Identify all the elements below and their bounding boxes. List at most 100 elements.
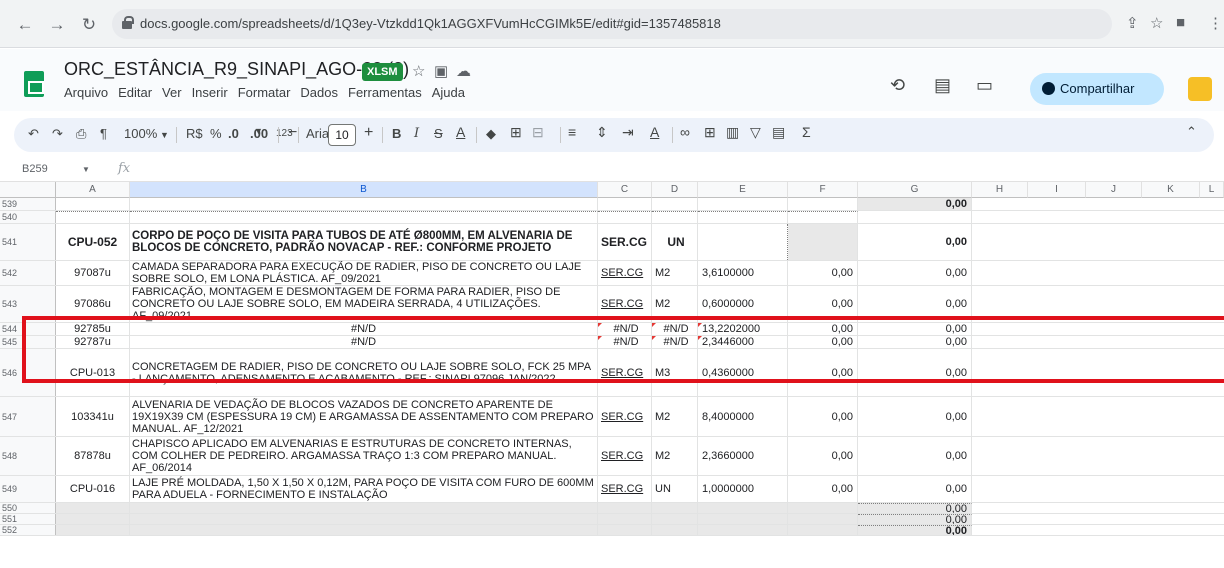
cell-a[interactable]: CPU-052	[56, 224, 130, 260]
name-box[interactable]: B259	[22, 163, 48, 175]
table-row[interactable]: 550 0,00	[0, 503, 1224, 514]
strikethrough-icon[interactable]: S	[434, 126, 443, 141]
cell-a[interactable]: CPU-013	[56, 349, 130, 396]
cell-f[interactable]	[788, 198, 858, 210]
row-header[interactable]: 552	[0, 525, 56, 535]
cell-e[interactable]	[698, 514, 788, 524]
cell-c[interactable]	[598, 503, 652, 513]
row-header[interactable]: 549	[0, 476, 56, 502]
back-icon[interactable]: ←	[16, 16, 34, 34]
insert-comment-icon[interactable]: ⊞	[704, 124, 716, 141]
insert-link-icon[interactable]: ∞	[680, 124, 690, 140]
cell-a[interactable]: 97086u	[56, 286, 130, 322]
cell-d[interactable]: UN	[652, 224, 698, 260]
column-header-c[interactable]: C	[598, 182, 652, 198]
cell-c[interactable]: SER.CG	[598, 261, 652, 285]
comments-icon[interactable]: ▤	[934, 75, 951, 96]
row-header[interactable]: 551	[0, 514, 56, 524]
cell-d[interactable]: M2	[652, 437, 698, 475]
cell-f[interactable]: 0,00	[788, 336, 858, 348]
cell-d[interactable]	[652, 211, 698, 223]
cell-a[interactable]: 97087u	[56, 261, 130, 285]
cell-f[interactable]	[788, 224, 858, 260]
decrease-decimal-button[interactable]: .0	[228, 126, 239, 141]
column-header-i[interactable]: I	[1028, 182, 1086, 198]
browser-menu-icon[interactable]: ⋮	[1208, 14, 1223, 32]
filter-icon[interactable]: ▽	[750, 124, 761, 141]
font-size-input[interactable]: 10	[328, 124, 356, 146]
cell-c[interactable]: SER.CG	[598, 224, 652, 260]
table-row[interactable]: 539 0,00	[0, 198, 1224, 211]
column-header-a[interactable]: A	[56, 182, 130, 198]
cell-f[interactable]	[788, 514, 858, 524]
cell-a[interactable]: 103341u	[56, 397, 130, 436]
text-rotation-icon[interactable]: A	[650, 124, 659, 140]
table-row[interactable]: 549 CPU-016 LAJE PRÉ MOLDADA, 1,50 X 1,5…	[0, 476, 1224, 503]
cell-b[interactable]: CHAPISCO APLICADO EM ALVENARIAS E ESTRUT…	[130, 437, 598, 475]
cell-f[interactable]: 0,00	[788, 286, 858, 322]
table-row[interactable]: 548 87878u CHAPISCO APLICADO EM ALVENARI…	[0, 437, 1224, 476]
avatar[interactable]	[1188, 77, 1212, 101]
cell-f[interactable]: 0,00	[788, 397, 858, 436]
cell-e[interactable]: 8,4000000	[698, 397, 788, 436]
increase-font-size-button[interactable]: +	[364, 124, 373, 142]
cell-e[interactable]: 3,6100000	[698, 261, 788, 285]
menu-formatar[interactable]: Formatar	[238, 85, 291, 100]
row-header[interactable]: 541	[0, 224, 56, 260]
cell-a[interactable]	[56, 211, 130, 223]
cell-e[interactable]	[698, 211, 788, 223]
cell-c[interactable]: SER.CG	[598, 349, 652, 396]
url-text[interactable]: docs.google.com/spreadsheets/d/1Q3ey-Vtz…	[140, 16, 721, 31]
lock-icon[interactable]	[122, 16, 134, 29]
chevron-down-icon[interactable]: ▼	[82, 165, 90, 174]
table-row[interactable]: 551 0,00	[0, 514, 1224, 525]
cell-c[interactable]: #N/D	[598, 336, 652, 348]
zoom-select[interactable]: 100%	[124, 126, 157, 141]
table-row[interactable]: 540	[0, 211, 1224, 224]
cell-a[interactable]	[56, 503, 130, 513]
cell-e[interactable]: 13,2202000	[698, 323, 788, 335]
cell-b[interactable]	[130, 211, 598, 223]
cell-g[interactable]: 0,00	[858, 261, 972, 285]
bookmark-star-icon[interactable]: ☆	[1150, 14, 1163, 32]
menu-arquivo[interactable]: Arquivo	[64, 85, 108, 100]
cell-c[interactable]: #N/D	[598, 323, 652, 335]
horizontal-align-icon[interactable]: ≡	[568, 124, 576, 140]
cell-d[interactable]: M3	[652, 349, 698, 396]
star-icon[interactable]: ☆	[412, 62, 425, 80]
table-row[interactable]: 542 97087u CAMADA SEPARADORA PARA EXECUÇ…	[0, 261, 1224, 286]
cell-g[interactable]: 0,00	[858, 198, 972, 210]
cell-g[interactable]: 0,00	[858, 514, 972, 524]
cell-b[interactable]: LAJE PRÉ MOLDADA, 1,50 X 1,50 X 0,12M, P…	[130, 476, 598, 502]
menu-inserir[interactable]: Inserir	[192, 85, 228, 100]
cell-e[interactable]: 2,3660000	[698, 437, 788, 475]
cell-e[interactable]: 2,3446000	[698, 336, 788, 348]
cell-e[interactable]	[698, 503, 788, 513]
bold-icon[interactable]: B	[392, 126, 401, 141]
version-history-icon[interactable]: ⟲	[890, 75, 905, 96]
insert-chart-icon[interactable]: ▥	[726, 124, 739, 141]
table-row[interactable]: 545 92787u #N/D #N/D #N/D 2,3446000 0,00…	[0, 336, 1224, 349]
row-header[interactable]: 543	[0, 286, 56, 322]
reload-icon[interactable]: ↻	[80, 16, 98, 34]
extensions-icon[interactable]: ■	[1176, 14, 1185, 31]
text-wrapping-icon[interactable]: ⇥	[622, 124, 634, 141]
column-header-e[interactable]: E	[698, 182, 788, 198]
cell-c[interactable]: SER.CG	[598, 476, 652, 502]
cell-a[interactable]: 87878u	[56, 437, 130, 475]
text-color-icon[interactable]: A	[456, 124, 465, 140]
row-header[interactable]: 544	[0, 323, 56, 335]
redo-icon[interactable]: ↷	[52, 126, 63, 142]
spreadsheet-grid[interactable]: A B C D E F G H I J K L 539 0,00 540 541…	[0, 182, 1224, 568]
font-chevron-down-icon[interactable]: ▼	[254, 126, 263, 136]
cell-c[interactable]	[598, 525, 652, 535]
cell-g[interactable]: 0,00	[858, 323, 972, 335]
table-row[interactable]: 544 92785u #N/D #N/D #N/D 13,2202000 0,0…	[0, 323, 1224, 336]
vertical-align-icon[interactable]: ⇕	[596, 124, 608, 141]
cell-d[interactable]: #N/D	[652, 336, 698, 348]
menu-dados[interactable]: Dados	[300, 85, 338, 100]
row-header[interactable]: 542	[0, 261, 56, 285]
cell-f[interactable]: 0,00	[788, 323, 858, 335]
cell-b[interactable]: CORPO DE POÇO DE VISITA PARA TUBOS DE AT…	[130, 224, 598, 260]
cell-f[interactable]	[788, 525, 858, 535]
